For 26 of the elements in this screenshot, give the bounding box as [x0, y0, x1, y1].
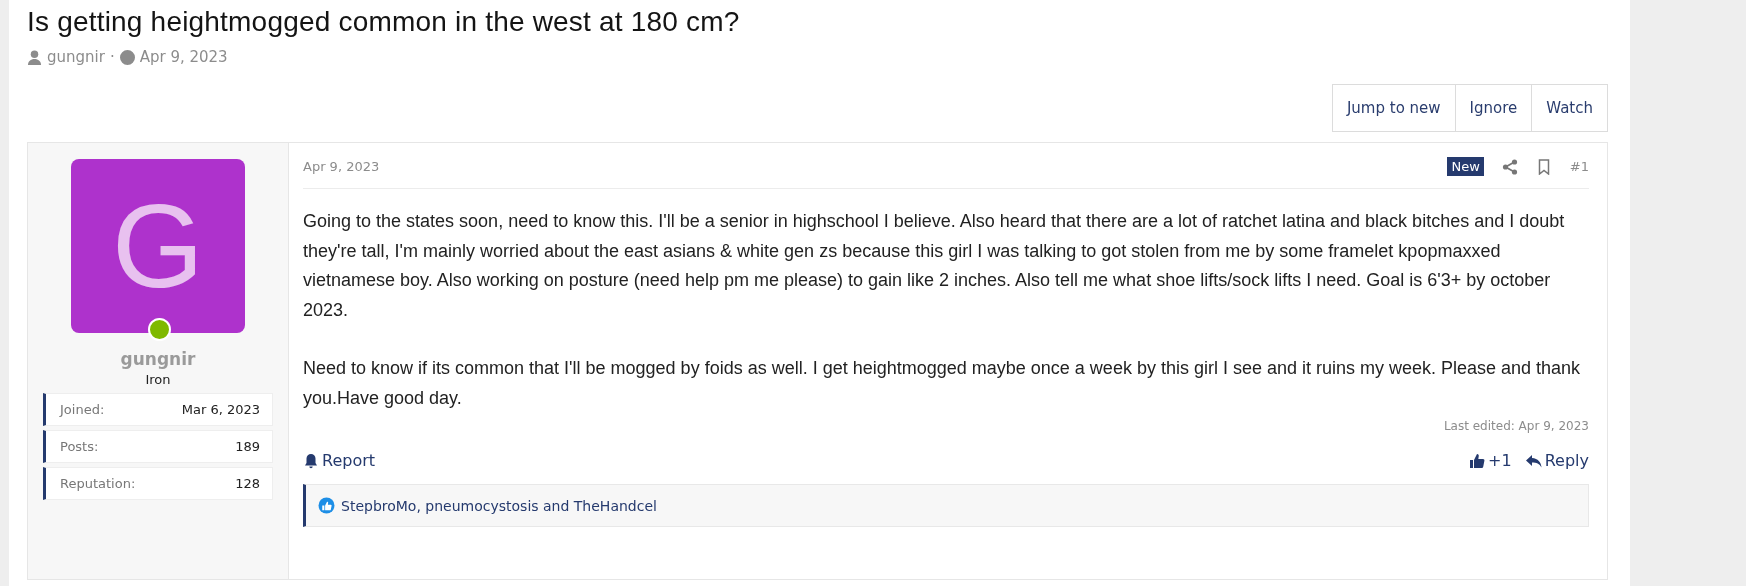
thread-action-button[interactable]: Watch	[1532, 84, 1608, 132]
stat-label: Posts:	[60, 439, 99, 454]
stat-label: Joined:	[60, 402, 105, 417]
separator: ·	[109, 48, 115, 66]
thread-title: Is getting heightmogged common in the west at 180 cm?	[27, 5, 741, 38]
like-reaction-icon	[318, 497, 335, 514]
bell-icon	[303, 452, 319, 469]
share-icon[interactable]	[1501, 158, 1518, 175]
user-rank: Iron	[145, 372, 171, 387]
reply-icon	[1525, 452, 1542, 469]
report-link[interactable]: Report	[303, 451, 376, 470]
new-badge: New	[1447, 157, 1484, 176]
user-icon	[27, 49, 42, 65]
thumbs-up-icon	[1469, 452, 1486, 469]
stat-value: 189	[235, 439, 260, 454]
thread-action-button[interactable]: Ignore	[1455, 84, 1533, 132]
reactions-text[interactable]: StepbroMo, pneumocystosis and TheHandcel	[341, 497, 657, 514]
post-paragraph: Need to know if its common that I'll be mogged by foids as well. I get heightmogged maybe once a week by this girl I see and it ruins my week. Please and thank you.Have good day.	[303, 357, 1582, 410]
reply-link[interactable]: Reply	[1525, 451, 1589, 470]
last-edited: Last edited: Apr 9, 2023	[1443, 419, 1589, 433]
like-button[interactable]: +1	[1469, 451, 1512, 470]
stat-label: Reputation:	[60, 476, 136, 491]
stat-value: Mar 6, 2023	[181, 402, 260, 417]
thread-action-button[interactable]: Jump to new	[1331, 84, 1456, 132]
stat-value: 128	[235, 476, 260, 491]
post-paragraph: Going to the states soon, need to know this. I'll be a senior in highschool I believe. Also heard that there are a lot of ratchet latina and black bitches and I doubt they're tall, I'm mainly worried about the east asians & white gen zs because this girl I was talking to got stolen from me by some framelet kpopmaxxed vietnamese boy. Also working on posture (need help pm me please) to gain like 2 inches. Also tell me what shoe lifts/sock lifts I need. Goal is 6'3+ by october 2023.	[303, 210, 1566, 322]
